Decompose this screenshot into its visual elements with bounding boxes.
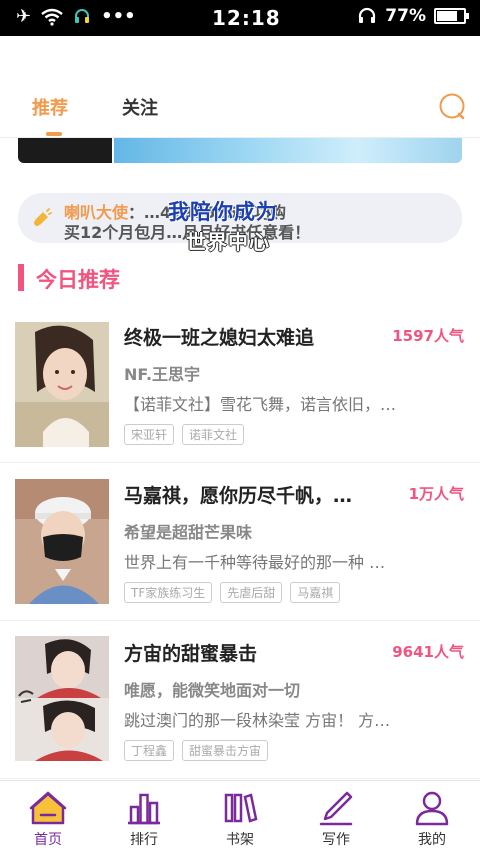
active-tab-indicator: [46, 132, 62, 136]
profile-icon: [415, 791, 449, 826]
banner-carousel[interactable]: [18, 138, 462, 163]
book-item[interactable]: 方宙的甜蜜暴击 9641人气 唯愿，能微笑地面对一切 跳过澳门的那一段林染莹 方…: [0, 621, 480, 779]
book-description: 【诺菲文社】雪花飞舞，诺言依旧，…: [124, 395, 397, 414]
section-title: 今日推荐: [36, 268, 120, 292]
book-tag[interactable]: 马嘉祺: [290, 582, 341, 603]
book-tag[interactable]: 宋亚轩: [124, 424, 175, 445]
home-icon: [29, 791, 67, 825]
pen-icon: [319, 791, 353, 826]
section-marker: [18, 264, 24, 291]
bookshelf-icon: [224, 793, 258, 823]
book-tag[interactable]: 诺菲文社: [182, 424, 245, 445]
book-tags: 丁程鑫 甜蜜暴击方宙: [124, 740, 269, 761]
book-tag[interactable]: 丁程鑫: [124, 740, 175, 761]
wifi-icon: [41, 8, 63, 26]
nav-bookshelf[interactable]: 书架: [192, 781, 288, 855]
nav-label-home: 首页: [34, 832, 62, 848]
more-dots-icon: •••: [101, 6, 136, 27]
overlay-subtitle: 世界中心: [186, 230, 270, 254]
book-cover[interactable]: [15, 322, 109, 447]
airplane-mode-icon: ✈: [16, 6, 32, 27]
search-icon[interactable]: [438, 92, 466, 120]
book-description: 跳过澳门的那一段林染莹 方宙！ 方…: [124, 711, 391, 730]
book-popularity: 9641人气: [392, 643, 464, 661]
book-author: NF.王思宇: [124, 365, 201, 384]
book-item[interactable]: 马嘉祺，愿你历尽千帆，… 1万人气 希望是超甜芒果味 世界上有一千种等待最好的那…: [0, 463, 480, 621]
battery-percent: 77%: [385, 6, 426, 26]
top-tab-bar: 推荐 关注: [0, 36, 480, 138]
book-cover[interactable]: [15, 479, 109, 604]
book-title[interactable]: 终极一班之媳妇太难追: [124, 323, 394, 350]
nav-home[interactable]: 首页: [0, 781, 96, 855]
nav-label-profile: 我的: [418, 832, 446, 848]
ranking-icon: [128, 793, 160, 825]
overlay-title: 我陪你成为: [168, 200, 278, 224]
headphone-icon: [359, 7, 376, 23]
megaphone-icon: [34, 208, 52, 226]
nav-write[interactable]: 写作: [288, 781, 384, 855]
book-author: 希望是超甜芒果味: [124, 523, 253, 542]
book-title[interactable]: 马嘉祺，愿你历尽千帆，…: [124, 481, 394, 508]
book-title[interactable]: 方宙的甜蜜暴击: [124, 639, 394, 666]
book-tag[interactable]: 先虐后甜: [220, 582, 283, 603]
book-tag[interactable]: 甜蜜暴击方宙: [182, 740, 269, 761]
banner-image-left: [18, 138, 112, 163]
book-tags: TF家族练习生 先虐后甜 马嘉祺: [124, 582, 341, 603]
clock: 12:18: [212, 6, 281, 30]
book-popularity: 1597人气: [392, 327, 464, 345]
nav-label-bookshelf: 书架: [226, 832, 254, 848]
headset-app-icon: [75, 8, 90, 23]
tab-follow[interactable]: 关注: [122, 94, 158, 120]
status-left-icons: ✈ •••: [16, 6, 136, 27]
book-tags: 宋亚轩 诺菲文社: [124, 424, 245, 445]
status-right-icons: 77%: [357, 6, 469, 26]
nav-ranking[interactable]: 排行: [96, 781, 192, 855]
bottom-nav: 首页 排行 书架 写作 我的: [0, 780, 480, 854]
book-item[interactable]: 终极一班之媳妇太难追 1597人气 NF.王思宇 【诺菲文社】雪花飞舞，诺言依旧…: [0, 305, 480, 463]
status-bar: ✈ ••• 12:18 77%: [0, 0, 480, 36]
book-popularity: 1万人气: [408, 485, 464, 503]
book-tag[interactable]: TF家族练习生: [124, 582, 213, 603]
book-description: 世界上有一千种等待最好的那一种 …: [124, 553, 386, 572]
book-author: 唯愿，能微笑地面对一切: [124, 681, 301, 700]
banner-image-right: [114, 138, 462, 163]
nav-profile[interactable]: 我的: [384, 781, 480, 855]
book-cover[interactable]: [15, 636, 109, 761]
tab-recommend[interactable]: 推荐: [32, 94, 68, 120]
battery-icon: [434, 8, 469, 24]
nav-label-write: 写作: [322, 832, 350, 848]
nav-label-ranking: 排行: [130, 832, 158, 848]
